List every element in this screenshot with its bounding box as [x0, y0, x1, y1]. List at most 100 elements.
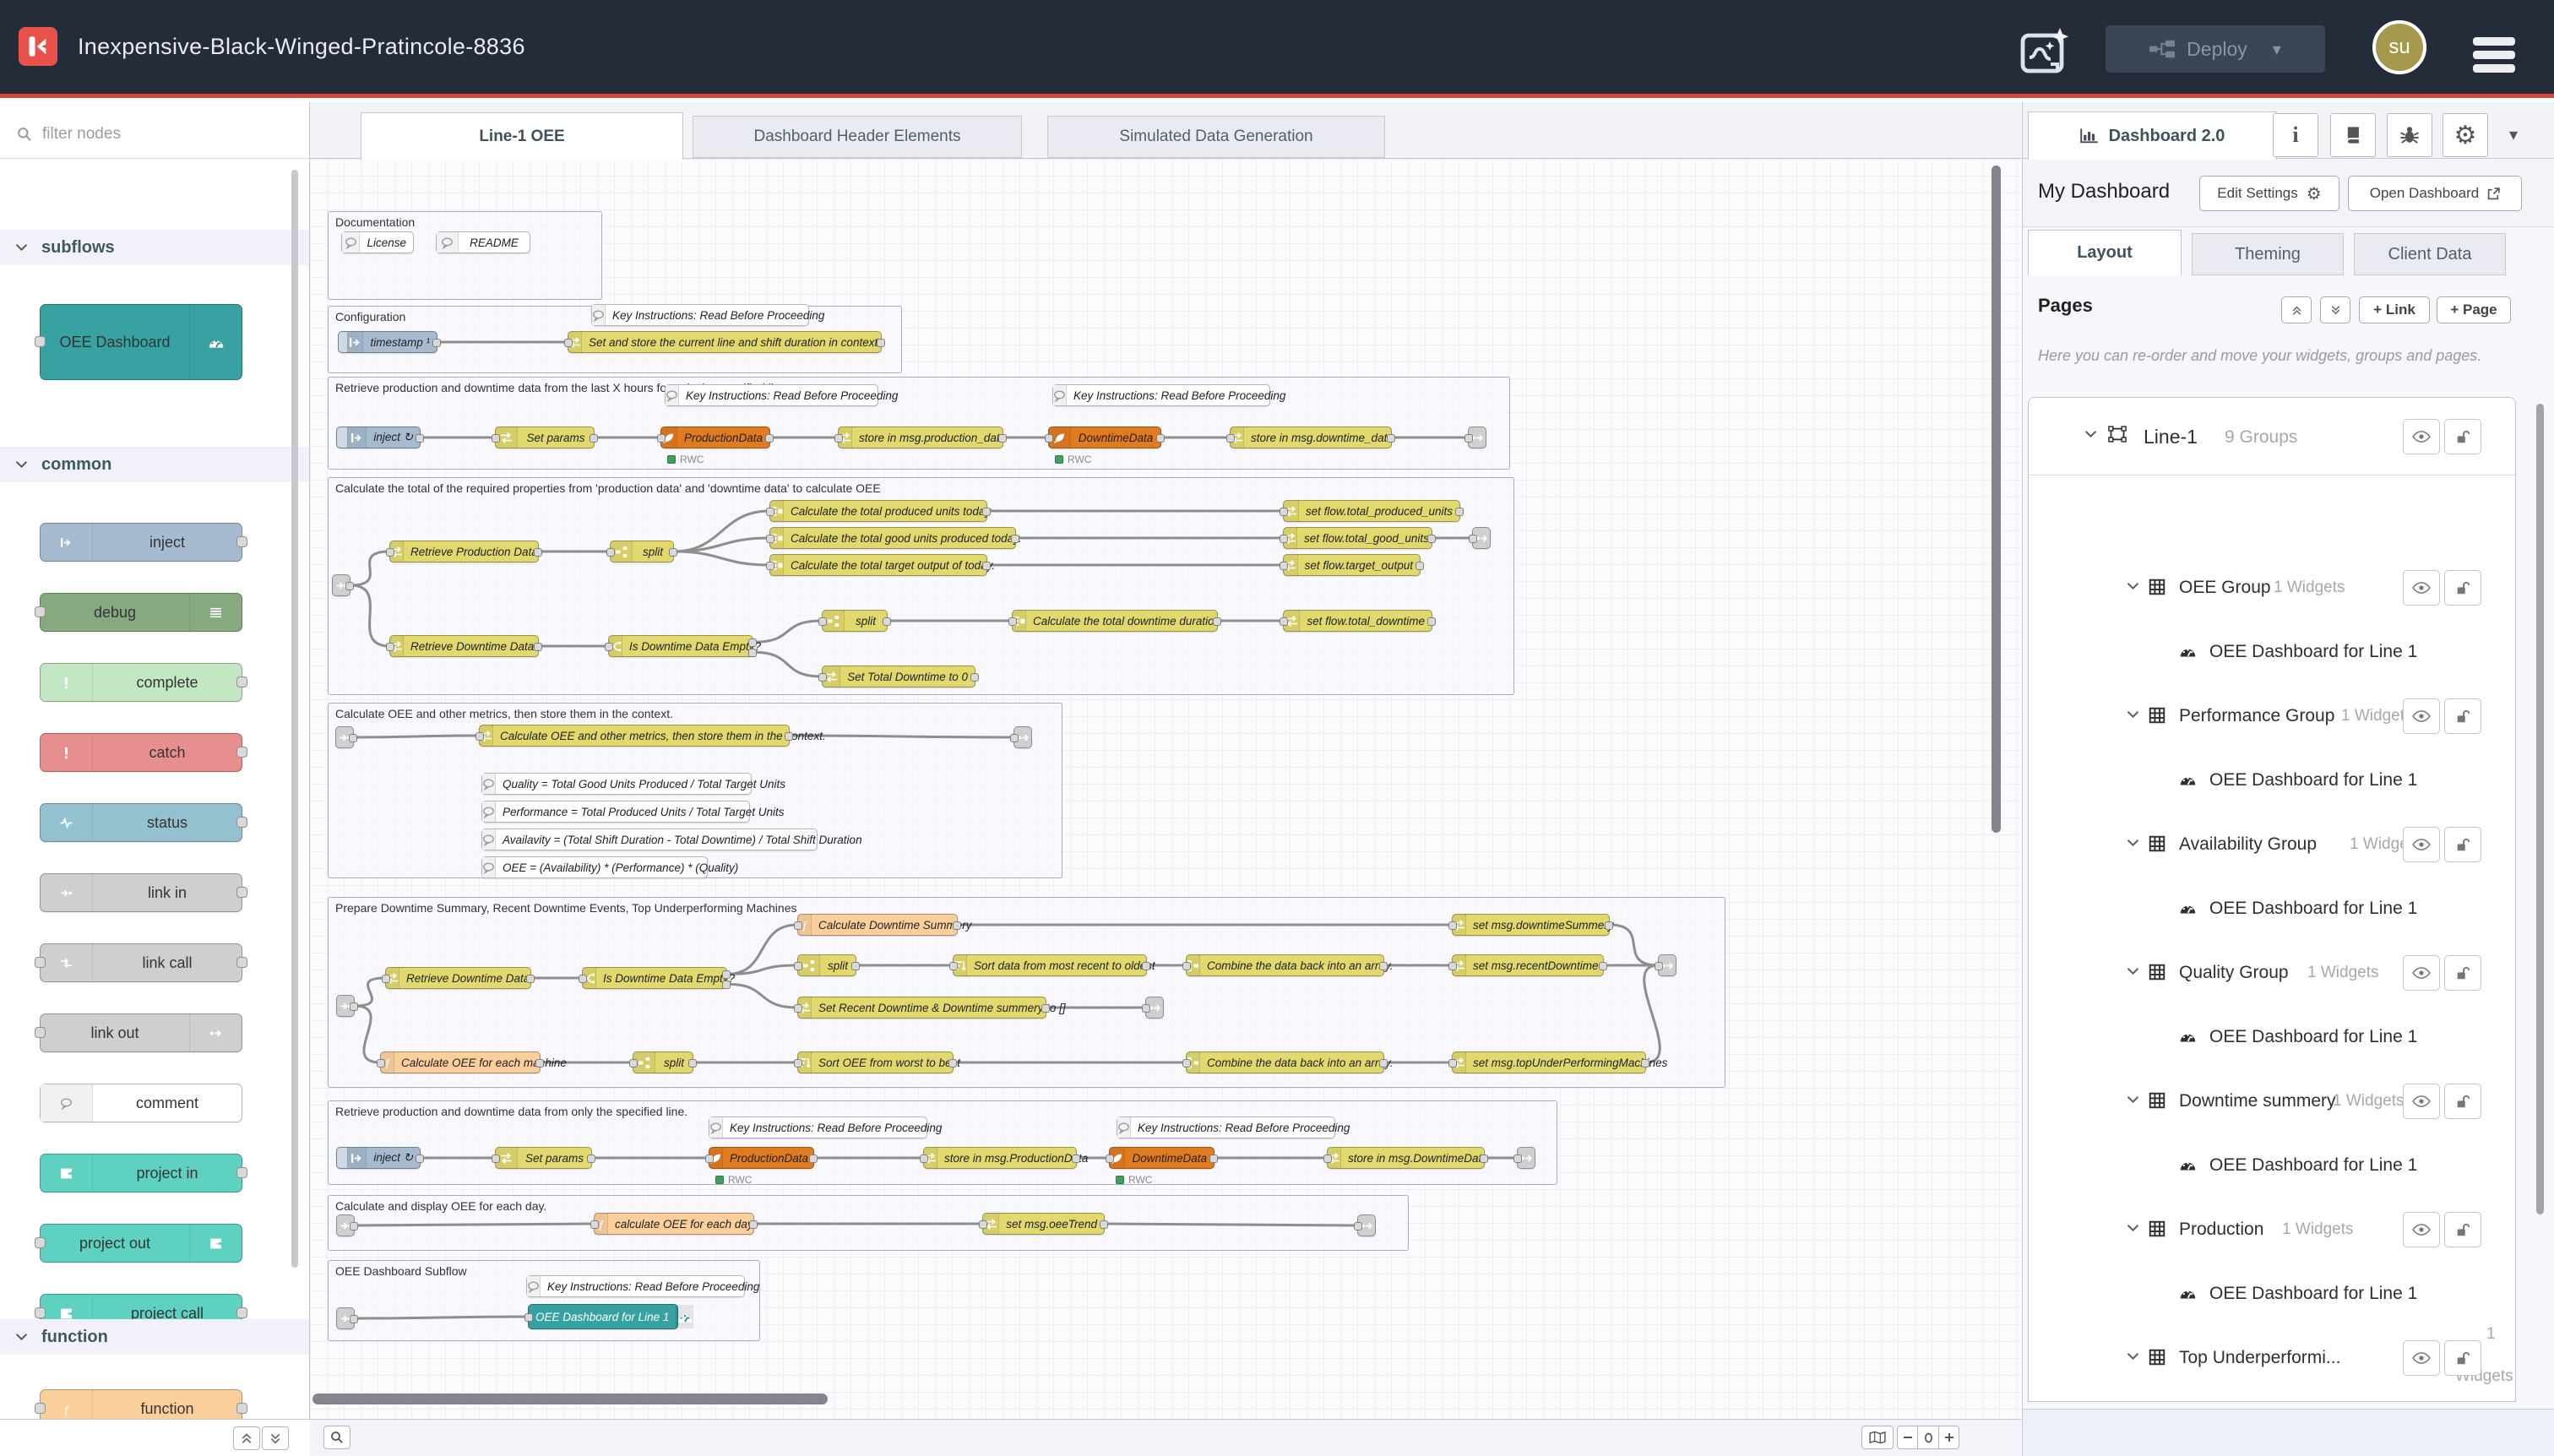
palette-node-complete[interactable]: complete — [40, 663, 242, 702]
chevron-down-icon[interactable] — [2127, 582, 2139, 590]
flow-node-ts[interactable]: timestamp ¹ — [338, 331, 437, 353]
flow-node-sub8[interactable]: OEE Dashboard for Line 1 — [528, 1304, 678, 1329]
tree-group-row-production[interactable]: Production1 Widgets — [2029, 1212, 2515, 1247]
chevron-down-icon[interactable] — [2127, 1095, 2139, 1104]
flow-comment[interactable]: Performance = Total Produced Units / Tot… — [481, 801, 750, 823]
inject-button[interactable] — [339, 332, 348, 352]
visibility-toggle-button[interactable] — [2403, 1084, 2440, 1119]
tree-group-row-performance-group[interactable]: Performance Group1 Widgets — [2029, 698, 2515, 734]
visibility-toggle-button[interactable] — [2403, 1212, 2440, 1247]
flow-comment[interactable]: Key Instructions: Read Before Proceeding — [709, 1116, 927, 1138]
lock-toggle-button[interactable] — [2444, 570, 2481, 606]
flow-group[interactable]: Documentation — [328, 211, 602, 300]
sidebar-tab-theming[interactable]: Theming — [2192, 233, 2344, 275]
tree-group-row-downtime-summery[interactable]: Downtime summery1 Widgets — [2029, 1084, 2515, 1119]
main-menu-icon[interactable] — [2473, 37, 2515, 73]
palette-node-link-call[interactable]: link call — [40, 943, 242, 982]
palette-scrollbar[interactable] — [291, 170, 298, 1268]
palette-node-debug[interactable]: debug — [40, 593, 242, 632]
flow-node-lo7[interactable] — [1357, 1214, 1376, 1236]
flow-comment[interactable]: README — [436, 231, 530, 253]
flow-node-lo2[interactable] — [1468, 426, 1486, 448]
flow-node-strend[interactable]: set msg.oeeTrend — [982, 1213, 1105, 1235]
help-tab-button[interactable] — [2330, 113, 2376, 157]
user-avatar[interactable]: su — [2372, 20, 2426, 74]
flow-node-stgu[interactable]: set flow.total_good_units — [1283, 527, 1432, 549]
visibility-toggle-button[interactable] — [2403, 570, 2440, 606]
tree-widget-row[interactable]: OEE Dashboard for Line 1 — [2029, 1279, 2515, 1309]
flow-comment[interactable]: Key Instructions: Read Before Proceeding — [591, 304, 809, 326]
flow-node-li5[interactable] — [336, 995, 355, 1017]
lock-toggle-button[interactable] — [2444, 419, 2481, 454]
palette-node-comment[interactable]: comment — [40, 1084, 242, 1122]
flow-node-rpd[interactable]: Retrieve Production Data — [389, 541, 539, 562]
palette-filter[interactable]: filter nodes — [0, 110, 309, 159]
palette-node-link-out[interactable]: link out — [40, 1013, 242, 1052]
tree-widget-row[interactable]: OEE Dashboard for Line 1 — [2029, 894, 2515, 924]
palette-node-link-in[interactable]: link in — [40, 873, 242, 912]
flow-node-spl5[interactable]: split — [797, 954, 856, 976]
flow-node-fcoem[interactable]: fCalculate OEE for each machine — [380, 1051, 541, 1073]
palette-category-common[interactable]: common — [0, 447, 309, 482]
deploy-button[interactable]: Deploy ▾ — [2106, 25, 2325, 73]
visibility-toggle-button[interactable] — [2403, 955, 2440, 991]
flow-node-fcds[interactable]: fCalculate Downtime Summery — [797, 914, 958, 936]
flow-node-stupm[interactable]: set msg.topUnderPerformingMachines — [1452, 1051, 1646, 1073]
deploy-options-caret-icon[interactable]: ▾ — [2273, 39, 2281, 60]
debug-tab-button[interactable] — [2387, 113, 2432, 157]
canvas-vertical-scrollbar[interactable] — [1992, 166, 2001, 833]
flow-node-lo5[interactable] — [1658, 954, 1676, 976]
chevron-down-icon[interactable] — [2127, 839, 2139, 847]
flow-node-stpu[interactable]: set flow.total_produced_units — [1283, 500, 1460, 522]
palette-node-status[interactable]: status — [40, 803, 242, 842]
flow-node-dd2[interactable]: DowntimeData — [1048, 426, 1161, 448]
flow-node-sp6[interactable]: Set params — [495, 1147, 592, 1169]
flow-tab-Dashboard-Header-Elements[interactable]: Dashboard Header Elements — [693, 116, 1022, 158]
flow-node-sw3[interactable]: Is Downtime Data Empty? — [608, 635, 753, 657]
inject-button[interactable] — [337, 1148, 348, 1168]
chevron-down-icon[interactable] — [2127, 1224, 2139, 1232]
flow-node-tto[interactable]: Calculate the total target output of tod… — [769, 554, 987, 576]
flow-node-rdd5[interactable]: Retrieve Downtime Data — [385, 967, 531, 989]
lock-toggle-button[interactable] — [2444, 1084, 2481, 1119]
chevron-down-icon[interactable] — [2127, 710, 2139, 719]
flow-node-spl5b[interactable]: split — [633, 1051, 693, 1073]
flow-node-li3[interactable] — [332, 574, 350, 596]
palette-node-function[interactable]: ffunction — [40, 1389, 242, 1419]
flow-node-sds[interactable]: set msg.downtimeSummery — [1452, 914, 1610, 936]
palette-node-inject[interactable]: inject — [40, 523, 242, 562]
tab-dashboard-2-0[interactable]: Dashboard 2.0 — [2028, 111, 2277, 160]
move-down-button[interactable] — [2320, 296, 2350, 323]
zoom-reset-button[interactable] — [1917, 1426, 1939, 1449]
flow-node-sw5[interactable]: Is Downtime Data Empty? — [582, 967, 727, 989]
lock-toggle-button[interactable] — [2444, 1340, 2481, 1376]
flow-node-inj6[interactable]: inject ↻ — [336, 1147, 421, 1169]
lock-toggle-button[interactable] — [2444, 1212, 2481, 1247]
flow-node-tgu[interactable]: Calculate the total good units produced … — [769, 527, 1016, 549]
flow-node-sto[interactable]: set flow.target_output — [1283, 554, 1421, 576]
add-link-button[interactable]: + Link — [2359, 296, 2430, 323]
flow-node-spd6[interactable]: store in msg.ProductionData — [923, 1147, 1077, 1169]
flow-node-tpu[interactable]: Calculate the total produced units today — [769, 500, 987, 522]
flow-node-jn5b[interactable]: Combine the data back into an array. — [1186, 1051, 1384, 1073]
settings-tab-button[interactable]: ⚙ — [2443, 113, 2488, 157]
flow-node-sdd6[interactable]: store in msg.DowntimeData — [1327, 1147, 1485, 1169]
flow-node-spl3[interactable]: split — [610, 541, 674, 562]
flow-node-pd2[interactable]: ProductionData — [660, 426, 770, 448]
tree-widget-row[interactable]: OEE Dashboard for Line 1 — [2029, 765, 2515, 796]
palette-expand-all-button[interactable] — [262, 1426, 289, 1450]
flow-node-setstore[interactable]: Set and store the current line and shift… — [568, 331, 882, 353]
zoom-out-button[interactable] — [1897, 1426, 1918, 1449]
visibility-toggle-button[interactable] — [2403, 698, 2440, 734]
flow-node-jn5[interactable]: Combine the data back into an array. — [1186, 954, 1384, 976]
tree-group-row-availability-group[interactable]: Availability Group1 Widgets — [2029, 827, 2515, 862]
palette-node-project-in[interactable]: project in — [40, 1154, 242, 1193]
flow-tab-Simulated-Data-Generation[interactable]: Simulated Data Generation — [1047, 116, 1385, 158]
flow-node-sdd2[interactable]: store in msg.downtime_data — [1230, 426, 1392, 448]
visibility-toggle-button[interactable] — [2403, 827, 2440, 862]
sidebar-tab-layout[interactable]: Layout — [2028, 230, 2182, 275]
flow-node-srt5b[interactable]: Sort OEE from worst to best — [797, 1051, 954, 1073]
edit-settings-button[interactable]: Edit Settings ⚙ — [2199, 176, 2339, 211]
flow-node-fday[interactable]: fcalculate OEE for each day — [594, 1213, 754, 1235]
navigator-toggle-button[interactable] — [1861, 1426, 1894, 1449]
